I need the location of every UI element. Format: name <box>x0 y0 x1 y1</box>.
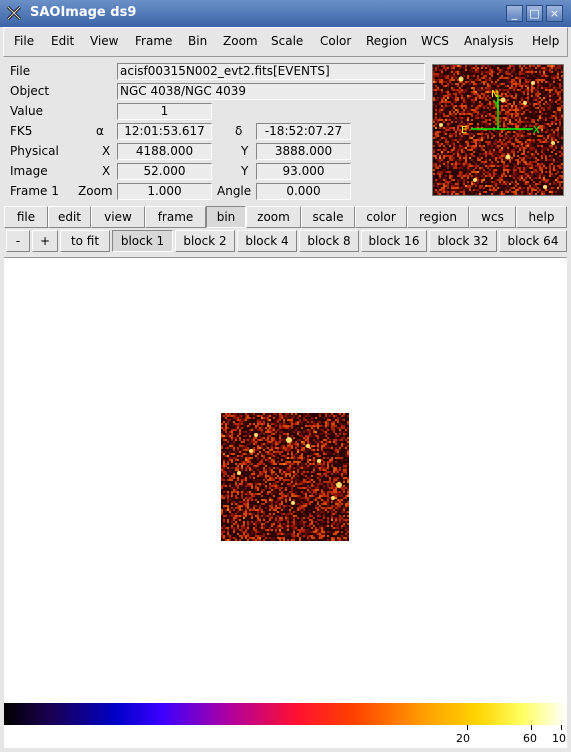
btn-help[interactable]: help <box>516 206 567 228</box>
physical-y-label: Y <box>241 144 249 158</box>
info-panel: File acisf00315N002_evt2.fits[EVENTS] Ob… <box>4 60 567 203</box>
compass-overlay: N E X Y <box>461 89 540 136</box>
physical-x-field: 4188.000 <box>117 143 212 160</box>
window-title: SAOImage ds9 <box>30 5 137 20</box>
image-label: Image <box>10 164 48 178</box>
colorbar-tick <box>531 725 532 730</box>
btn-view[interactable]: view <box>91 206 145 228</box>
colorbar-tick <box>467 725 468 730</box>
frame-label: Frame 1 <box>10 184 59 198</box>
colorbar-scale: 20 60 10 <box>4 725 567 748</box>
colorbar-label-10: 10 <box>552 732 566 745</box>
menu-zoom[interactable]: Zoom <box>223 34 258 48</box>
btn-region[interactable]: region <box>407 206 469 228</box>
btn-to-fit[interactable]: to fit <box>60 230 110 252</box>
bin-button-bar: - + to fit block 1 block 2 block 4 block… <box>4 230 567 252</box>
btn-wcs[interactable]: wcs <box>469 206 516 228</box>
image-x-field: 52.000 <box>117 163 212 180</box>
close-button[interactable]: × <box>546 5 563 22</box>
btn-block-64[interactable]: block 64 <box>499 230 567 252</box>
menu-frame[interactable]: Frame <box>135 34 172 48</box>
colorbar-label-20: 20 <box>456 732 470 745</box>
btn-block-32[interactable]: block 32 <box>429 230 497 252</box>
x-axis-label: X <box>533 125 540 136</box>
btn-file[interactable]: file <box>4 206 48 228</box>
btn-block-2[interactable]: block 2 <box>175 230 235 252</box>
fits-image[interactable] <box>221 413 349 541</box>
btn-block-8[interactable]: block 8 <box>299 230 359 252</box>
physical-x-label: X <box>102 144 111 158</box>
btn-block-16[interactable]: block 16 <box>361 230 427 252</box>
image-x-label: X <box>102 164 111 178</box>
value-field: 1 <box>117 103 212 120</box>
object-label: Object <box>10 84 50 98</box>
btn-color[interactable]: color <box>355 206 407 228</box>
minimize-button[interactable]: _ <box>506 5 523 22</box>
value-label: Value <box>10 104 43 118</box>
angle-label: Angle <box>217 184 252 198</box>
alpha-field: 12:01:53.617 <box>117 123 212 140</box>
file-label: File <box>10 64 31 78</box>
delta-field: -18:52:07.27 <box>256 123 351 140</box>
physical-y-field: 3888.000 <box>256 143 351 160</box>
colorbar-tick <box>561 725 562 730</box>
btn-block-1[interactable]: block 1 <box>112 230 173 252</box>
panner-view[interactable]: N E X Y <box>432 64 564 196</box>
menu-analysis[interactable]: Analysis <box>464 34 513 48</box>
file-field: acisf00315N002_evt2.fits[EVENTS] <box>117 63 425 80</box>
btn-frame[interactable]: frame <box>145 206 206 228</box>
btn-bin[interactable]: bin <box>206 206 246 228</box>
app-icon[interactable] <box>6 5 22 21</box>
delta-label: δ <box>235 124 243 138</box>
image-y-label: Y <box>241 164 249 178</box>
menu-help[interactable]: Help <box>532 34 559 48</box>
title-bar[interactable]: SAOImage ds9 _ □ × <box>0 0 571 27</box>
btn-block-4[interactable]: block 4 <box>237 230 297 252</box>
maximize-button[interactable]: □ <box>526 5 543 22</box>
fits-image-pixels <box>221 413 349 541</box>
btn-bin-plus[interactable]: + <box>32 230 58 252</box>
menu-view[interactable]: View <box>90 34 118 48</box>
btn-zoom[interactable]: zoom <box>246 206 301 228</box>
zoom-field: 1.000 <box>117 183 212 200</box>
object-field: NGC 4038/NGC 4039 <box>117 83 425 100</box>
alpha-label: α <box>96 124 104 138</box>
zoom-label: Zoom <box>78 184 113 198</box>
menu-wcs[interactable]: WCS <box>421 34 449 48</box>
compass-east-label: E <box>461 125 467 136</box>
colorbar[interactable] <box>4 703 567 725</box>
menu-bin[interactable]: Bin <box>188 34 207 48</box>
menu-file[interactable]: File <box>14 34 34 48</box>
angle-field: 0.000 <box>256 183 351 200</box>
btn-scale[interactable]: scale <box>301 206 355 228</box>
image-y-field: 93.000 <box>256 163 351 180</box>
physical-label: Physical <box>10 144 59 158</box>
main-button-bar: file edit view frame bin zoom scale colo… <box>4 206 567 228</box>
y-axis-label: Y <box>492 99 500 110</box>
btn-edit[interactable]: edit <box>48 206 91 228</box>
menu-scale[interactable]: Scale <box>271 34 303 48</box>
menu-edit[interactable]: Edit <box>51 34 74 48</box>
btn-bin-minus[interactable]: - <box>6 230 30 252</box>
menu-bar: File Edit View Frame Bin Zoom Scale Colo… <box>3 27 568 57</box>
colorbar-label-60: 60 <box>523 732 537 745</box>
fk5-label: FK5 <box>10 124 33 138</box>
menu-color[interactable]: Color <box>320 34 351 48</box>
menu-region[interactable]: Region <box>366 34 407 48</box>
